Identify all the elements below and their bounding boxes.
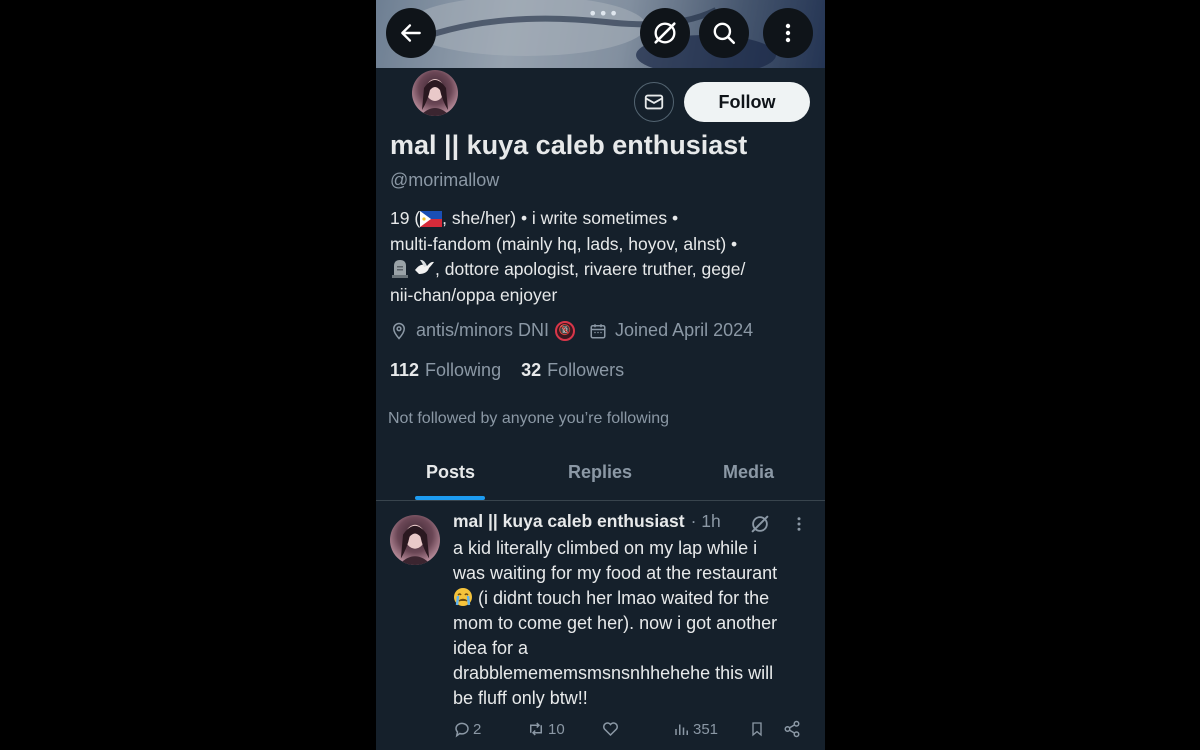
profile-screen: ••• Follow mal || kuya caleb enthusiast … [376, 0, 825, 750]
post-text-line: be fluff only btw!! [453, 688, 588, 708]
grok-button[interactable] [640, 8, 690, 58]
back-button[interactable] [386, 8, 436, 58]
profile-tabs: Posts Replies Media [376, 448, 825, 501]
bookmark-button[interactable] [749, 720, 765, 738]
joined-date: Joined April 2024 [615, 320, 754, 340]
post-text-line: idea for a [453, 638, 529, 658]
profile-handle: @morimallow [390, 170, 500, 190]
location-icon [392, 322, 406, 340]
repost-button[interactable]: 10 [526, 720, 565, 738]
followers-label: Followers [547, 360, 625, 380]
tab-posts[interactable]: Posts [426, 462, 475, 483]
post-avatar[interactable] [390, 515, 440, 565]
post-body: a kid literally climbed on my lap while … [453, 536, 813, 711]
more-button[interactable] [763, 8, 813, 58]
profile-avatar[interactable] [412, 70, 458, 116]
post-text-line: was waiting for my food at the restauran… [453, 563, 778, 583]
reply-icon [455, 722, 469, 738]
bio-text: , she/her) • i write sometimes • [442, 208, 679, 228]
bio-text: multi-fandom (mainly hq, lads, hoyov, al… [390, 233, 738, 254]
bio-text: , dottore apologist, rivaere truther, ge… [435, 259, 746, 279]
bookmark-icon [752, 722, 762, 737]
views-button[interactable]: 351 [673, 720, 718, 738]
post-time[interactable]: · 1h [691, 511, 721, 532]
followers-count: 32 [521, 360, 542, 380]
following-link[interactable]: 112 Following [390, 360, 501, 381]
post-text-line: drabblemememsmsnsnhhehehe this will [453, 663, 774, 683]
more-vertical-icon [785, 23, 791, 43]
no-under-18-icon: 🔞 [555, 320, 576, 341]
location-text: antis/minors DNI [416, 320, 550, 340]
reply-count: 2 [473, 720, 482, 738]
active-tab-indicator [415, 496, 485, 500]
share-button[interactable] [783, 720, 801, 738]
search-icon [713, 22, 736, 45]
post-more-icon[interactable] [790, 514, 808, 534]
views-icon [675, 724, 688, 735]
profile-meta: antis/minors DNI 🔞 Joined April 2024 [390, 320, 767, 341]
dove-icon [415, 259, 434, 274]
following-count: 112 [390, 360, 420, 380]
overflow-dots[interactable]: ••• [588, 4, 619, 23]
post-text-line: (i didnt touch her lmao waited for the [473, 588, 770, 608]
reply-button[interactable]: 2 [453, 720, 481, 738]
headstone-icon [392, 260, 408, 278]
share-icon [784, 720, 800, 738]
follow-button[interactable]: Follow [684, 82, 810, 122]
message-button[interactable] [634, 82, 674, 122]
calendar-icon [590, 323, 606, 338]
profile-name: mal || kuya caleb enthusiast [390, 130, 748, 160]
views-count: 351 [693, 720, 719, 738]
search-button[interactable] [699, 8, 749, 58]
post-text-line: a kid literally climbed on my lap while … [453, 538, 758, 558]
philippines-flag-icon [420, 211, 443, 227]
tab-media[interactable]: Media [723, 462, 774, 483]
repost-icon [530, 722, 542, 736]
post-header: mal || kuya caleb enthusiast · 1h [453, 511, 721, 532]
not-followed-notice: Not followed by anyone you’re following [388, 410, 670, 427]
tab-replies[interactable]: Replies [568, 462, 632, 483]
bio-text: 19 ( [390, 208, 421, 228]
arrow-left-icon [401, 24, 421, 42]
post-text-line: mom to come get her). now i got another [453, 613, 778, 633]
like-button[interactable] [601, 720, 620, 738]
grok-icon[interactable] [749, 513, 771, 535]
mail-icon [644, 94, 664, 110]
post-actions: 2 10 351 [453, 720, 813, 744]
profile-bio: 19 ( , she/her) • i write sometimes • mul… [390, 206, 815, 308]
following-label: Following [425, 360, 502, 380]
bio-text: nii-chan/oppa enjoyer [390, 284, 558, 305]
followers-link[interactable]: 32 Followers [521, 360, 624, 381]
follow-counts: 112 Following 32 Followers [390, 360, 644, 381]
grok-icon [654, 22, 676, 44]
heart-icon [603, 722, 618, 737]
repost-count: 10 [548, 720, 565, 738]
post-author[interactable]: mal || kuya caleb enthusiast [453, 511, 685, 532]
crying-face-icon [454, 588, 472, 606]
